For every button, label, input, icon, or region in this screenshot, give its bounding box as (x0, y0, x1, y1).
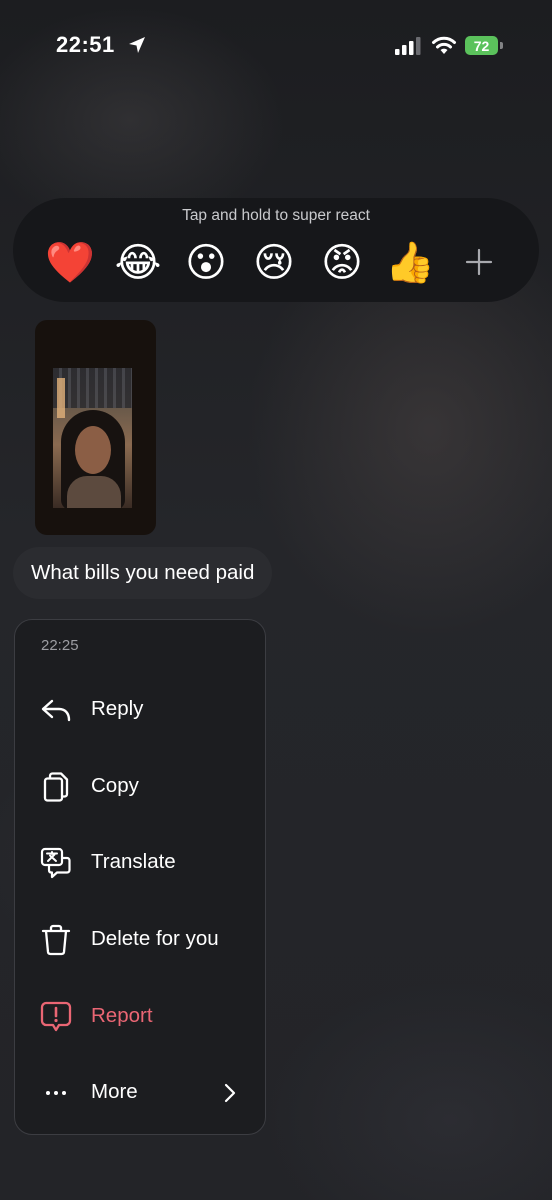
menu-label-delete: Delete for you (91, 927, 219, 950)
photo-body (67, 476, 121, 508)
message-text: What bills you need paid (31, 561, 255, 584)
location-icon (129, 37, 145, 53)
photo-face (75, 426, 111, 474)
menu-label-translate: Translate (91, 850, 176, 873)
battery-cap (500, 42, 503, 49)
reaction-crying[interactable]: 😢 (249, 238, 299, 288)
menu-item-copy[interactable]: Copy (15, 757, 265, 817)
reply-icon (41, 699, 71, 722)
message-bubble[interactable]: What bills you need paid (13, 547, 273, 599)
reaction-angry[interactable]: 😡 (317, 238, 367, 288)
signal-icon (395, 37, 421, 55)
reaction-thumbs-up[interactable]: 👍 (385, 238, 435, 288)
photo-thumbnail (53, 368, 132, 508)
more-dots-icon (46, 1091, 66, 1095)
menu-item-report[interactable]: Report (15, 987, 265, 1047)
status-time: 22:51 (56, 32, 115, 57)
reaction-bar: Tap and hold to super react ❤️ 😂 😮 😢 😡 👍 (13, 198, 539, 302)
reaction-surprised[interactable]: 😮 (181, 238, 231, 288)
photo-light (57, 378, 65, 418)
menu-item-reply[interactable]: Reply (15, 680, 265, 740)
menu-item-more[interactable]: More (15, 1063, 265, 1123)
copy-icon (43, 772, 69, 802)
wifi-icon (432, 36, 456, 54)
menu-label-report: Report (91, 1004, 153, 1027)
message-timestamp: 22:25 (41, 637, 79, 654)
battery-icon: 72 (465, 36, 498, 55)
image-message[interactable] (35, 320, 156, 535)
menu-label-reply: Reply (91, 697, 144, 720)
reaction-heart[interactable]: ❤️ (45, 238, 95, 288)
reaction-laughing[interactable]: 😂 (113, 238, 163, 288)
menu-label-more: More (91, 1080, 138, 1103)
trash-icon (41, 924, 71, 956)
menu-label-copy: Copy (91, 774, 139, 797)
chevron-right-icon (224, 1083, 236, 1103)
report-icon (40, 1001, 72, 1032)
reaction-hint: Tap and hold to super react (182, 207, 370, 224)
menu-item-translate[interactable]: Translate (15, 833, 265, 893)
translate-icon (40, 847, 71, 879)
battery-level: 72 (473, 37, 490, 54)
plus-icon[interactable] (464, 247, 494, 277)
status-bar: 22:51 72 (0, 28, 552, 64)
context-menu: 22:25 Reply Copy Translate Delete for yo… (14, 619, 266, 1135)
menu-item-delete[interactable]: Delete for you (15, 910, 265, 970)
